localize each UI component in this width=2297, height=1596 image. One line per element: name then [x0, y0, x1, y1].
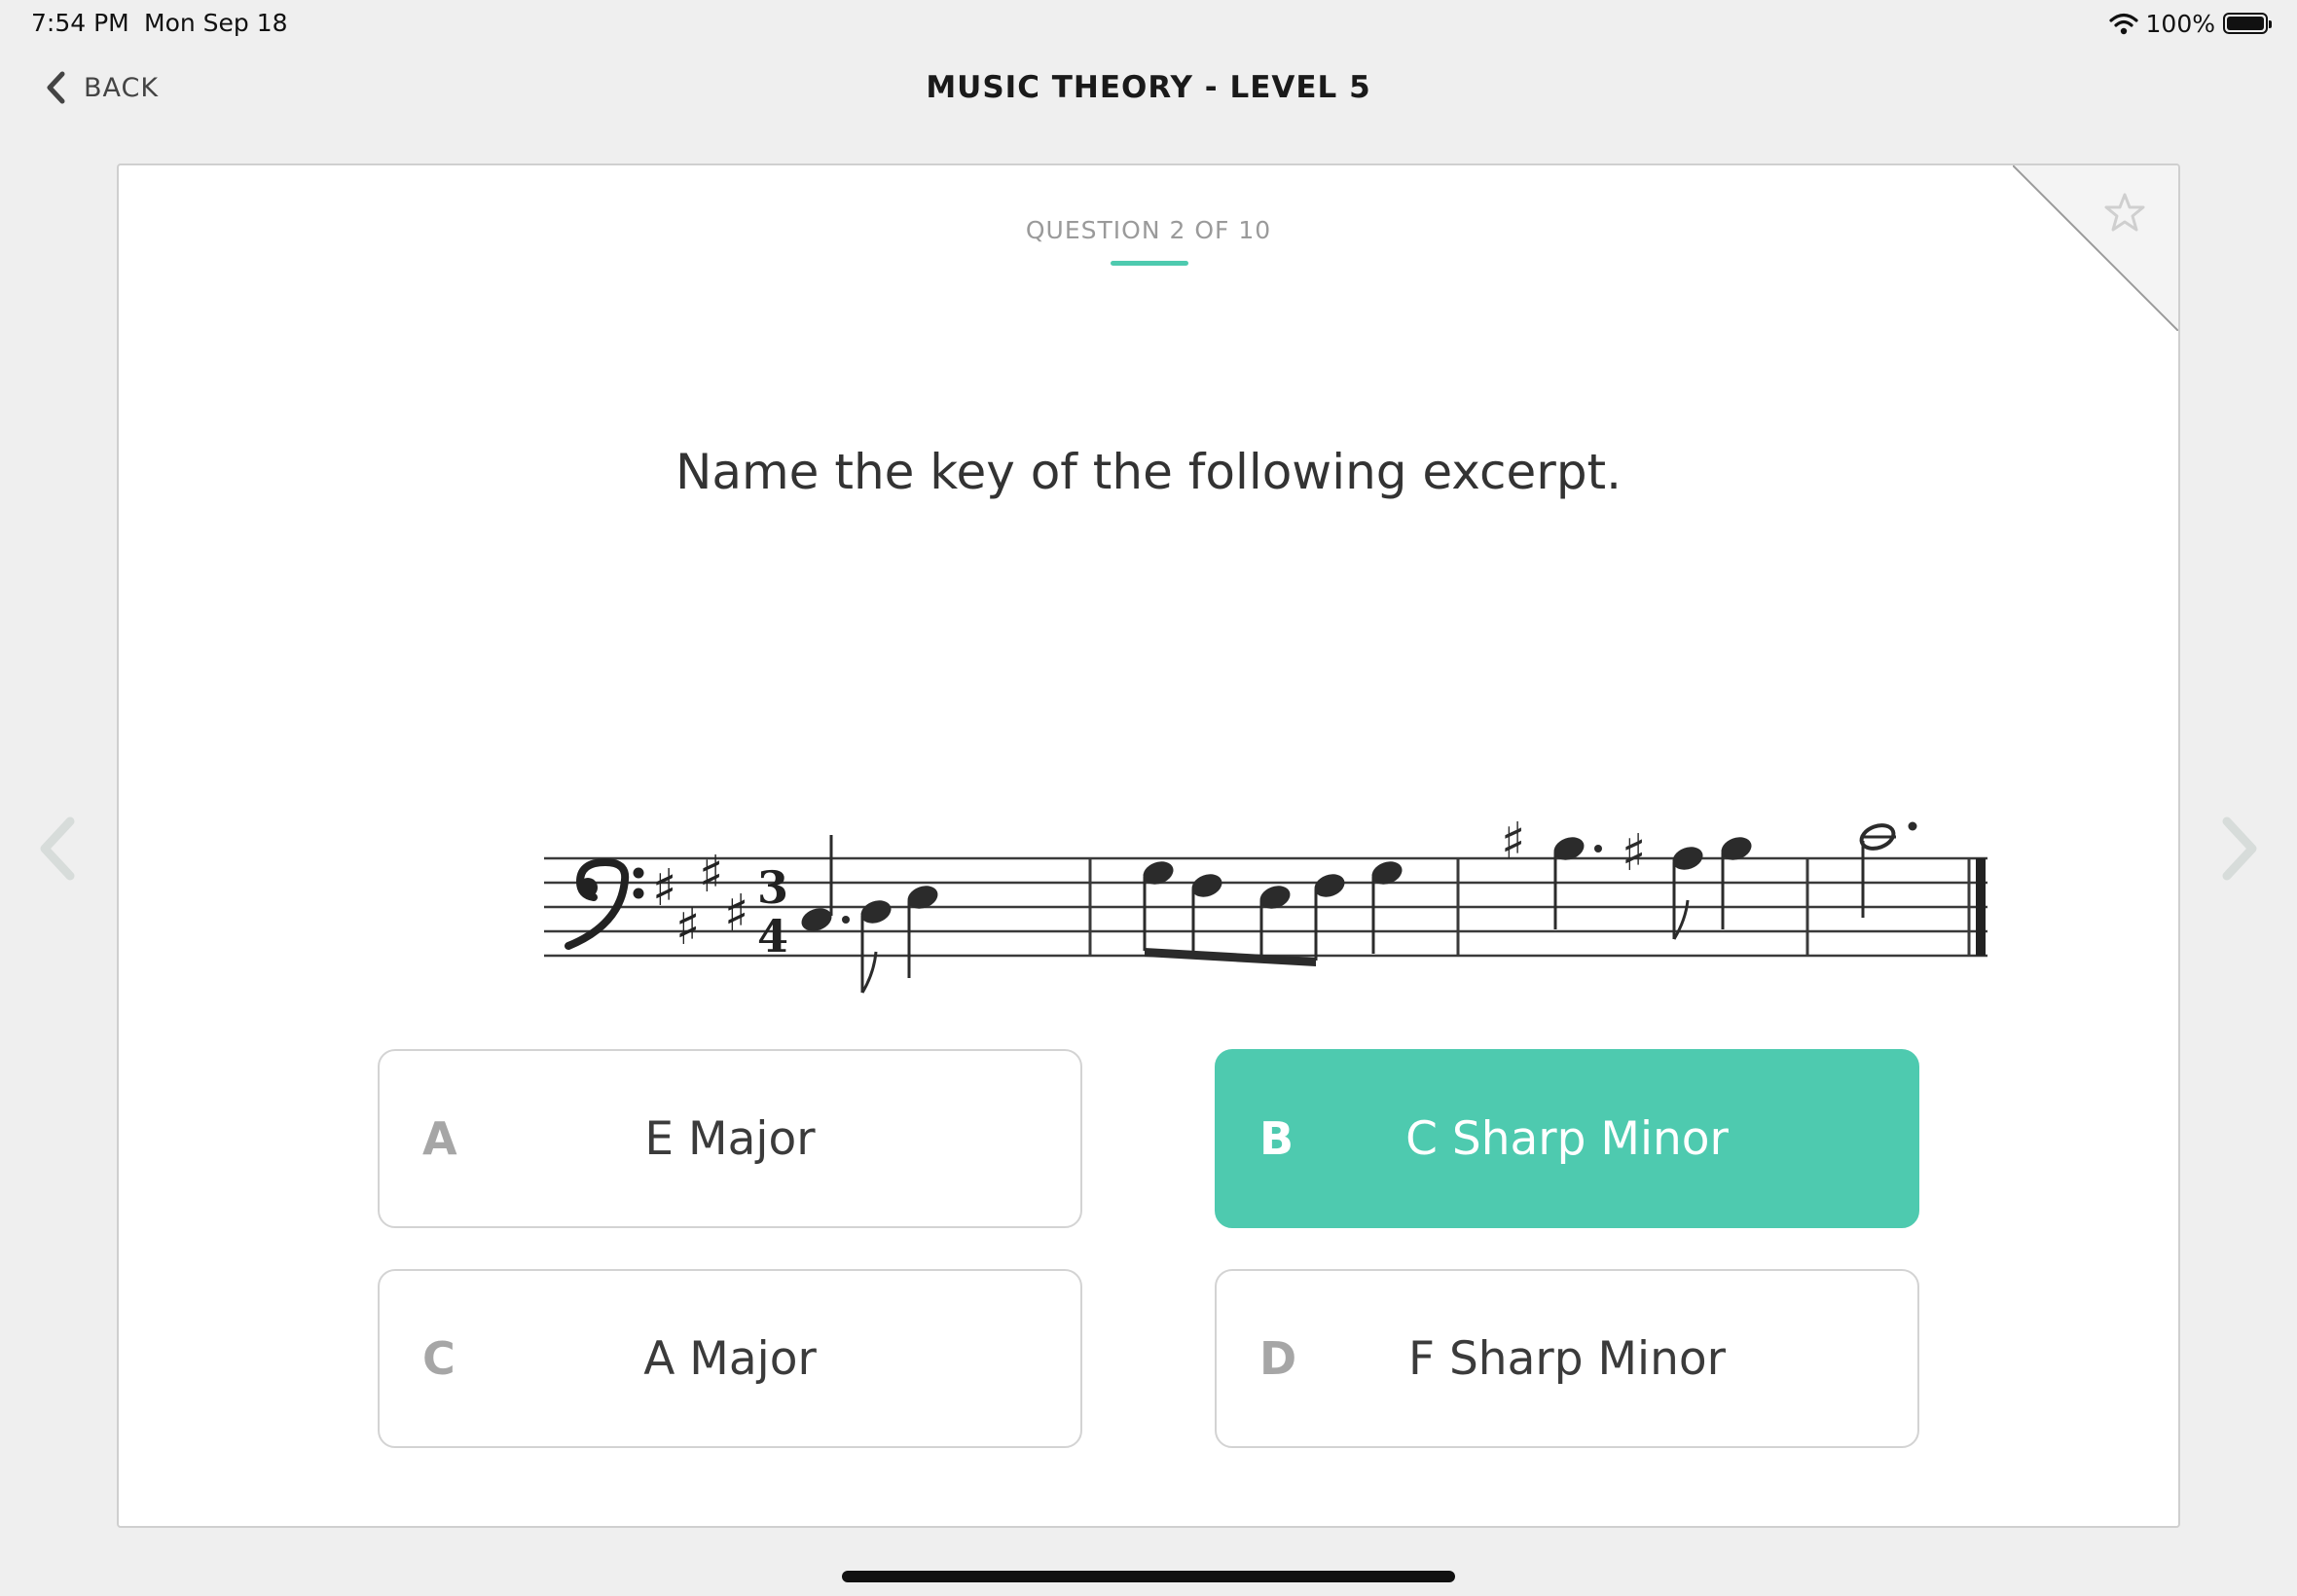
answer-text: A Major: [643, 1331, 817, 1386]
page-title: MUSIC THEORY - LEVEL 5: [926, 70, 1371, 105]
chevron-right-icon: [2222, 816, 2257, 881]
status-indicators: 100%: [2108, 9, 2272, 38]
chevron-left-icon: [40, 816, 75, 881]
answer-text: E Major: [644, 1111, 816, 1166]
home-indicator[interactable]: [842, 1571, 1455, 1582]
battery-percentage: 100%: [2145, 9, 2215, 38]
music-excerpt: ♯ ♯ ♯ ♯ 3 4 ♯ ♯: [544, 813, 1987, 994]
status-bar: 7:54 PM Mon Sep 18 100%: [0, 0, 2297, 47]
status-date: Mon Sep 18: [144, 9, 288, 37]
bass-clef-icon: [565, 857, 644, 950]
question-prompt: Name the key of the following excerpt.: [675, 444, 1622, 500]
question-card: QUESTION 2 OF 10 Name the key of the fol…: [117, 163, 2180, 1528]
time-signature: 3 4: [757, 861, 788, 962]
next-question-button[interactable]: [2209, 810, 2268, 888]
final-barline: [1976, 858, 1986, 956]
answer-option-d[interactable]: D F Sharp Minor: [1215, 1269, 1919, 1448]
battery-cap: [2269, 20, 2272, 28]
svg-text:♯: ♯: [652, 859, 676, 918]
svg-text:♯: ♯: [675, 898, 700, 957]
counter-underline: [1111, 261, 1188, 266]
answer-option-c[interactable]: C A Major: [378, 1269, 1082, 1448]
answer-text: F Sharp Minor: [1408, 1331, 1726, 1386]
svg-text:♯: ♯: [1501, 813, 1525, 871]
svg-text:♯: ♯: [1622, 824, 1646, 883]
svg-text:♯: ♯: [724, 885, 748, 943]
answer-text: C Sharp Minor: [1405, 1111, 1729, 1166]
svg-text:♯: ♯: [699, 846, 723, 904]
svg-text:3: 3: [757, 861, 788, 914]
previous-question-button[interactable]: [29, 810, 88, 888]
answer-option-b[interactable]: B C Sharp Minor: [1215, 1049, 1919, 1228]
status-time: 7:54 PM: [31, 9, 129, 37]
battery-icon: [2223, 13, 2272, 34]
notes: ♯ ♯: [801, 813, 1917, 994]
svg-text:4: 4: [757, 910, 788, 962]
battery-fill: [2227, 17, 2264, 30]
key-signature: ♯ ♯ ♯ ♯: [652, 846, 748, 957]
nav-bar: BACK MUSIC THEORY - LEVEL 5: [0, 58, 2297, 121]
answer-option-a[interactable]: A E Major: [378, 1049, 1082, 1228]
question-counter: QUESTION 2 OF 10: [1025, 216, 1272, 244]
favorite-button[interactable]: [2013, 165, 2178, 331]
wifi-icon: [2108, 13, 2138, 35]
